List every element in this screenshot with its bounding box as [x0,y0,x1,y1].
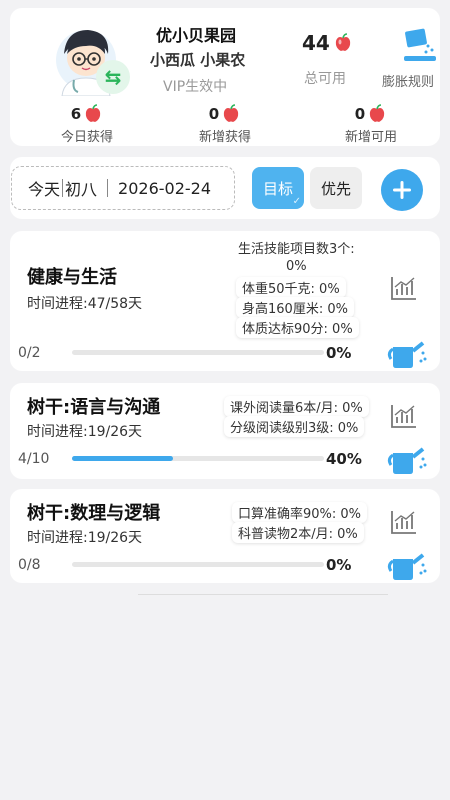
goal-time-progress: 时间进程:19/26天 [27,530,143,546]
goal-title: 树干:语言与沟通 [27,397,161,418]
apple-icon [86,104,101,122]
total-available-count: 44 [302,31,353,55]
goal-progress-fill [72,456,173,461]
goal-metric: 体质达标90分: 0% [236,317,359,338]
date-filter-row: 今天 初八 2026-02-24 目标 ✓ 优先 [10,157,440,219]
profile-header-card: ⇆ 优小贝果园 小西瓜 小果农 VIP生效中 44 总可用 膨胀规则 6 今日获… [10,8,440,146]
stats-chart-icon[interactable] [390,403,418,429]
goal-metric: 课外阅读量6本/月: 0% [224,396,369,417]
lunar-date: 初八 [65,180,98,199]
goal-progress-bar [72,350,324,355]
stat-label: 新增可用 [344,130,397,145]
list-end-divider [138,594,388,595]
apple-icon [370,104,385,122]
today-label: 今天 [28,180,61,199]
goal-filter-label: 目标 [262,179,293,198]
goal-metric: 身高160厘米: 0% [236,297,354,318]
stats-chart-icon[interactable] [390,509,418,535]
goal-task-count: 0/2 [18,345,41,361]
solar-date: 2026-02-24 [118,178,212,198]
goal-metric: 分级阅读级别3级: 0% [224,416,365,437]
goal-progress-bar [72,456,324,461]
plus-icon [393,181,411,199]
goal-metric: 科普读物2本/月: 0% [232,522,364,543]
goal-task-count: 4/10 [18,451,50,467]
goal-title: 树干:数理与逻辑 [27,503,161,524]
goal-metric: 口算准确率90%: 0% [232,502,368,523]
apple-icon [224,104,239,122]
stat-value: 0 [208,105,220,123]
divider [62,179,64,197]
goal-percent: 40% [326,450,362,468]
goal-card-math[interactable]: 树干:数理与逻辑 时间进程:19/26天 口算准确率90%: 0% 科普读物2本… [10,489,440,583]
goal-metric: 0% [280,258,313,275]
goal-task-count: 0/8 [18,557,41,573]
apple-icon [335,33,350,51]
stat-label: 今日获得 [60,130,113,145]
new-available-stat: 0 新增可用 [326,104,416,145]
new-earned-stat: 0 新增获得 [180,104,270,145]
stat-label: 新增获得 [198,130,251,145]
total-available-label: 总可用 [304,71,346,87]
watering-can-icon[interactable] [387,441,427,477]
expand-rules-icon[interactable] [400,26,440,64]
goal-filter-button[interactable]: 目标 ✓ [252,167,304,209]
goal-metric: 体重50千克: 0% [236,277,346,298]
priority-filter-label: 优先 [320,179,351,198]
stat-value: 0 [354,105,366,123]
goal-card-language[interactable]: 树干:语言与沟通 时间进程:19/26天 课外阅读量6本/月: 0% 分级阅读级… [10,383,440,479]
user-names: 小西瓜 小果农 [150,51,246,69]
date-picker[interactable]: 今天 初八 2026-02-24 [11,166,235,210]
goal-percent: 0% [326,344,352,362]
app-name: 优小贝果园 [156,26,237,45]
watering-can-icon[interactable] [387,547,427,583]
expand-rules-button[interactable]: 膨胀规则 [382,71,434,90]
check-icon: ✓ [292,196,301,207]
goal-time-progress: 时间进程:19/26天 [27,424,143,440]
goal-card-health[interactable]: 健康与生活 时间进程:47/58天 生活技能项目数3个: 0% 体重50千克: … [10,231,440,371]
total-count-value: 44 [302,31,330,55]
today-earned-stat: 6 今日获得 [42,104,132,145]
add-goal-button[interactable] [381,169,423,211]
goal-time-progress: 时间进程:47/58天 [27,296,143,312]
goal-percent: 0% [326,556,352,574]
goal-title: 健康与生活 [27,267,117,288]
goal-metric: 生活技能项目数3个: [232,237,361,258]
goal-progress-bar [72,562,324,567]
stat-value: 6 [70,105,82,123]
switch-user-icon[interactable]: ⇆ [96,60,130,94]
watering-can-icon[interactable] [387,335,427,371]
priority-filter-button[interactable]: 优先 [310,167,362,209]
stats-chart-icon[interactable] [390,275,418,301]
divider [107,179,109,197]
vip-status: VIP生效中 [163,79,228,95]
